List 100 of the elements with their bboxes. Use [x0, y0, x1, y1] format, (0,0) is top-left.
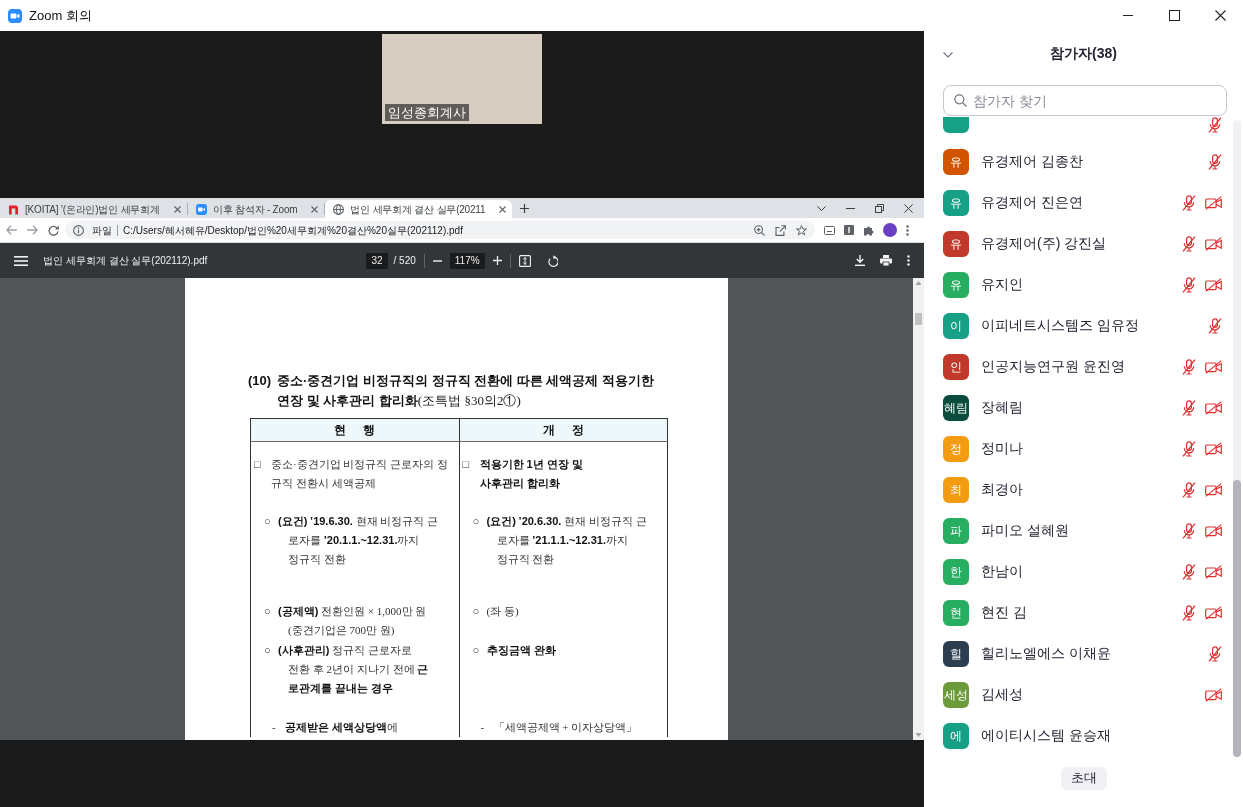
restore-icon[interactable] [875, 203, 884, 213]
info-icon[interactable] [73, 224, 84, 236]
column-header: 현 행 [250, 418, 459, 442]
participant-name: 유경제어 진은연 [981, 193, 1083, 212]
plus-icon[interactable] [520, 203, 530, 213]
paragraph-text: 추징금액 완화 [486, 643, 556, 658]
maximize-icon[interactable] [1168, 10, 1180, 21]
download-icon[interactable] [855, 255, 865, 266]
paragraph-text: 중소·중견기업 비정규직 근로자의 정 규직 전환시 세액공제 [271, 457, 448, 491]
participant-avatar: 현 [943, 599, 969, 626]
window-icon[interactable] [824, 225, 835, 235]
participant-name: 김세성 [981, 685, 1023, 704]
square-icon[interactable] [844, 225, 854, 235]
participant-name: 최경아 [981, 480, 1023, 499]
search-field[interactable]: 참가자 찾기 [943, 85, 1227, 116]
participant-name: 유경제어 김종찬 [981, 152, 1083, 171]
participant-name: 이피네트시스템즈 임유정 [981, 316, 1139, 335]
scrollbar[interactable] [1233, 120, 1241, 757]
participant-avatar: 정 [943, 435, 969, 462]
section-number: (10) [248, 372, 273, 390]
section-heading: 중소·중견기업 비정규직의 정규직 전환에 따른 세액공제 적용기한 연장 및 사후관리 합리화(조특법 §30의2①) [277, 372, 654, 410]
participant-name: 힐리노엘에스 이채윤 [981, 644, 1111, 663]
list-marker: ○ [472, 514, 481, 529]
list-marker: □ [254, 457, 262, 472]
chevron-down-icon[interactable] [817, 205, 826, 211]
puzzle-icon[interactable] [863, 224, 874, 236]
paragraph-text: 적용기한 1년 연장 및 사후관리 합리화 [479, 457, 583, 491]
participant-avatar: 유 [943, 148, 969, 175]
paragraph-text: 공제받은 세액상당액에 [285, 720, 399, 735]
participant-name: 현진 김 [981, 603, 1027, 622]
chevron-down-icon[interactable] [943, 52, 953, 58]
list-marker: - [272, 720, 277, 735]
list-marker: ○ [472, 643, 481, 658]
paragraph-text: (요건) ’19.6.30. 현재 비정규직 근 로자를 ’20.1.1.~12.31.까지 정규직 전환 [278, 514, 439, 567]
close-tab-icon[interactable] [311, 205, 319, 213]
zoom-level-field[interactable]: 117% [449, 252, 485, 269]
list-marker: □ [462, 457, 471, 472]
participant-name: 유지인 [981, 275, 1023, 294]
scrollbar[interactable] [913, 278, 924, 740]
participant-avatar: 파 [943, 517, 969, 544]
rotate-icon[interactable] [546, 254, 558, 267]
page-number-field[interactable]: 32 [366, 252, 388, 269]
video-camera-logo-icon [8, 8, 22, 23]
participant-avatar: 유 [943, 230, 969, 257]
more-icon[interactable] [907, 255, 910, 266]
participant-name: 한남이 [981, 562, 1023, 581]
list-marker: ○ [264, 643, 272, 658]
invite-button[interactable]: 초대 [1060, 766, 1107, 790]
more-icon[interactable] [906, 224, 909, 236]
paragraph-text: (좌 동) [486, 604, 519, 619]
close-icon[interactable] [904, 203, 913, 213]
magnifier-plus-icon[interactable] [754, 224, 765, 236]
minus-icon[interactable] [432, 259, 442, 262]
address-bar[interactable]: 파일 C:/Users/혜서혜유/Desktop/법인%20세무회계%20결산%20실무(202112).pdf [65, 221, 815, 239]
participant-name: 장혜림 [981, 398, 1023, 417]
avatar-circle-icon[interactable] [883, 223, 897, 237]
paragraph-text: (요건) ’20.6.30. 현재 비정규직 근 로자를 ’21.1.1.~12.31.까지 정규직 전환 [486, 514, 647, 567]
browser-tab[interactable]: 법인 세무회계 결산 실무(20211 [325, 200, 513, 218]
fit-page-icon[interactable] [518, 254, 531, 267]
page-count-label: / 520 [393, 254, 416, 268]
participant-avatar: 인 [943, 353, 969, 380]
list-marker: ○ [264, 604, 272, 619]
list-marker: - [480, 720, 486, 735]
star-icon[interactable] [796, 224, 807, 236]
column-header: 개 정 [459, 418, 668, 442]
video-camera-logo-icon [195, 203, 207, 215]
back-arrow-icon[interactable] [6, 225, 17, 235]
participant-name: 인공지능연구원 윤진영 [981, 357, 1125, 376]
participant-avatar: 에 [943, 722, 969, 749]
participant-name: 정미나 [981, 439, 1023, 458]
window-title: Zoom 회의 [29, 6, 92, 25]
list-marker: ○ [264, 514, 272, 529]
participant-name: 유경제어(주) 강진실 [981, 234, 1107, 253]
panel-title: 참가자(38) [1049, 43, 1118, 63]
participant-name: 에이티시스템 윤승재 [981, 726, 1111, 745]
participant-name: 파미오 설혜원 [981, 521, 1069, 540]
paragraph-text: (공제액) 전환인원 × 1,000만 원 (중견기업은 700만 원) [278, 604, 427, 638]
participant-avatar: 최 [943, 476, 969, 503]
pdf-file-name: 법인 세무회계 결산 실무(202112).pdf [43, 254, 208, 268]
participant-avatar: 힐 [943, 640, 969, 667]
browser-tab[interactable]: 이후 참석자 - Zoom [187, 203, 326, 215]
forward-arrow-icon[interactable] [27, 225, 38, 235]
close-tab-icon[interactable] [173, 205, 181, 213]
site-logo-icon [8, 203, 19, 215]
paragraph-text: 「세액공제액 + 이자상당액」 [493, 720, 638, 735]
browser-tab[interactable]: [KOITA] '(온라인)법인 세무회계 [0, 203, 188, 215]
participant-avatar: 유 [943, 189, 969, 216]
participant-avatar: 유 [943, 271, 969, 298]
participant-avatar: 이 [943, 312, 969, 339]
reload-icon[interactable] [48, 224, 59, 236]
close-icon[interactable] [1214, 10, 1226, 21]
list-marker: ○ [472, 604, 481, 619]
close-tab-icon[interactable] [499, 205, 507, 213]
participant-avatar: 혜림 [943, 394, 969, 421]
printer-icon[interactable] [880, 255, 892, 266]
participant-avatar: 세성 [943, 681, 969, 708]
menu-icon[interactable] [14, 255, 28, 266]
participant-name-label: 임성종회계사 [385, 104, 469, 121]
minimize-icon[interactable] [846, 207, 855, 209]
box-arrow-icon[interactable] [775, 224, 786, 236]
